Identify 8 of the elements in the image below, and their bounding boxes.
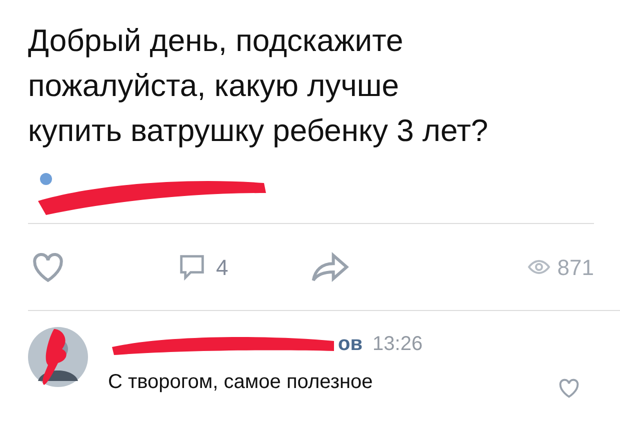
post-text: Добрый день, подскажите пожалуйста, какую лучше купить ватрушку ребенку 3 лет? xyxy=(28,22,490,150)
comment-author[interactable]: ов xyxy=(338,329,363,359)
comment-text: С творогом, самое полезное xyxy=(108,370,373,395)
comments-button[interactable]: 4 xyxy=(176,250,228,284)
views-count: 871 xyxy=(557,254,594,282)
avatar xyxy=(28,327,88,387)
share-button[interactable] xyxy=(310,250,350,284)
comment-time: 13:26 xyxy=(372,332,423,357)
